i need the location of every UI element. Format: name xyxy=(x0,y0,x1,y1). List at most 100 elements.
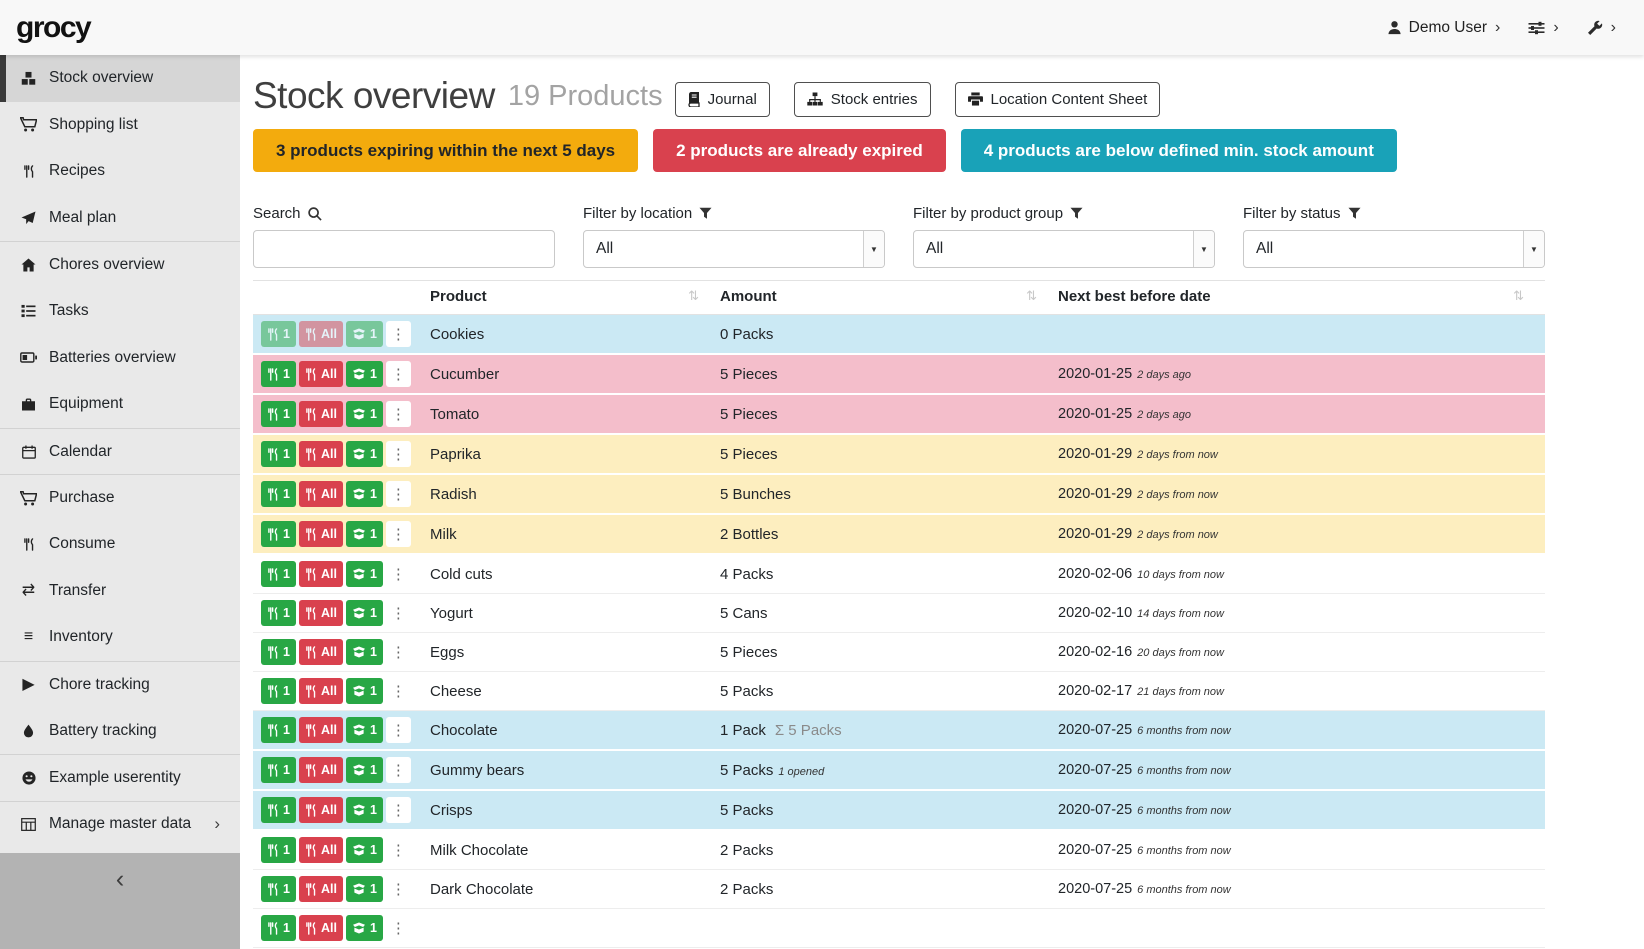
open-one-button[interactable]: 1 xyxy=(346,401,383,427)
sidebar-item-consume[interactable]: Consume xyxy=(0,521,240,568)
location-content-sheet-button[interactable]: Location Content Sheet xyxy=(955,82,1161,117)
col-product[interactable]: Product⇅ xyxy=(430,281,720,315)
consume-all-button[interactable]: All xyxy=(299,361,343,387)
sidebar-item-meal-plan[interactable]: Meal plan xyxy=(0,195,240,242)
sidebar-item-example-userentity[interactable]: Example userentity xyxy=(0,754,240,801)
search-input[interactable] xyxy=(253,230,555,268)
consume-one-button[interactable]: 1 xyxy=(261,481,296,507)
row-menu-button[interactable]: ⋮ xyxy=(386,717,411,743)
row-menu-button[interactable]: ⋮ xyxy=(386,401,411,427)
consume-all-button[interactable]: All xyxy=(299,678,343,704)
open-one-button[interactable]: 1 xyxy=(346,441,383,467)
consume-all-button[interactable]: All xyxy=(299,321,343,347)
consume-all-button[interactable]: All xyxy=(299,561,343,587)
product-group-filter-select[interactable]: All ▼ xyxy=(913,230,1215,268)
consume-one-button[interactable]: 1 xyxy=(261,321,296,347)
utensils-icon xyxy=(267,724,279,737)
row-menu-button[interactable]: ⋮ xyxy=(386,561,411,587)
consume-one-button[interactable]: 1 xyxy=(261,561,296,587)
sidebar-item-tasks[interactable]: Tasks xyxy=(0,288,240,335)
status-filter-select[interactable]: All ▼ xyxy=(1243,230,1545,268)
consume-all-button[interactable]: All xyxy=(299,401,343,427)
consume-one-button[interactable]: 1 xyxy=(261,361,296,387)
open-one-button[interactable]: 1 xyxy=(346,521,383,547)
consume-one-button[interactable]: 1 xyxy=(261,876,296,902)
consume-all-button[interactable]: All xyxy=(299,876,343,902)
consume-all-button[interactable]: All xyxy=(299,717,343,743)
open-one-button[interactable]: 1 xyxy=(346,481,383,507)
sidebar-collapse-button[interactable]: ‹ xyxy=(0,853,240,949)
row-menu-button[interactable]: ⋮ xyxy=(386,678,411,704)
consume-one-button[interactable]: 1 xyxy=(261,757,296,783)
consume-one-button[interactable]: 1 xyxy=(261,401,296,427)
col-next-best-before-date[interactable]: Next best before date⇅ xyxy=(1058,281,1545,315)
sidebar-item-chores-overview[interactable]: Chores overview xyxy=(0,241,240,288)
consume-all-button[interactable]: All xyxy=(299,639,343,665)
sidebar-item-recipes[interactable]: Recipes xyxy=(0,148,240,195)
sidebar-item-shopping-list[interactable]: Shopping list xyxy=(0,102,240,149)
sidebar-item-battery-tracking[interactable]: Battery tracking xyxy=(0,707,240,754)
consume-all-button[interactable]: All xyxy=(299,757,343,783)
consume-one-button[interactable]: 1 xyxy=(261,797,296,823)
row-menu-button[interactable]: ⋮ xyxy=(386,361,411,387)
row-menu-button[interactable]: ⋮ xyxy=(386,521,411,547)
consume-one-button[interactable]: 1 xyxy=(261,717,296,743)
open-one-button[interactable]: 1 xyxy=(346,639,383,665)
open-one-button[interactable]: 1 xyxy=(346,600,383,626)
col-amount[interactable]: Amount⇅ xyxy=(720,281,1058,315)
below-min-stock-banner[interactable]: 4 products are below defined min. stock … xyxy=(961,129,1397,172)
consume-one-button[interactable]: 1 xyxy=(261,915,296,941)
row-menu-button[interactable]: ⋮ xyxy=(386,600,411,626)
consume-all-button[interactable]: All xyxy=(299,600,343,626)
row-menu-button[interactable]: ⋮ xyxy=(386,321,411,347)
consume-one-button[interactable]: 1 xyxy=(261,521,296,547)
expired-banner[interactable]: 2 products are already expired xyxy=(653,129,946,172)
sidebar-item-purchase[interactable]: Purchase xyxy=(0,474,240,521)
consume-one-button[interactable]: 1 xyxy=(261,600,296,626)
sidebar-item-chore-tracking[interactable]: ▶Chore tracking xyxy=(0,661,240,708)
row-menu-button[interactable]: ⋮ xyxy=(386,876,411,902)
consume-all-button[interactable]: All xyxy=(299,915,343,941)
consume-all-button[interactable]: All xyxy=(299,441,343,467)
stock-entries-button[interactable]: Stock entries xyxy=(794,82,931,117)
open-one-button[interactable]: 1 xyxy=(346,717,383,743)
open-one-button[interactable]: 1 xyxy=(346,561,383,587)
sidebar-item-equipment[interactable]: Equipment xyxy=(0,381,240,428)
location-filter-select[interactable]: All ▼ xyxy=(583,230,885,268)
row-menu-button[interactable]: ⋮ xyxy=(386,837,411,863)
row-menu-button[interactable]: ⋮ xyxy=(386,639,411,665)
row-menu-button[interactable]: ⋮ xyxy=(386,441,411,467)
settings-menu[interactable]: › xyxy=(1528,20,1558,36)
sidebar-item-batteries-overview[interactable]: Batteries overview xyxy=(0,335,240,382)
journal-button[interactable]: Journal xyxy=(675,82,770,117)
sidebar-item-inventory[interactable]: ≡Inventory xyxy=(0,614,240,661)
consume-one-button[interactable]: 1 xyxy=(261,678,296,704)
open-one-button[interactable]: 1 xyxy=(346,837,383,863)
expiring-banner[interactable]: 3 products expiring within the next 5 da… xyxy=(253,129,638,172)
user-menu[interactable]: Demo User › xyxy=(1387,19,1501,37)
row-menu-button[interactable]: ⋮ xyxy=(386,797,411,823)
open-one-button[interactable]: 1 xyxy=(346,797,383,823)
consume-one-button[interactable]: 1 xyxy=(261,837,296,863)
open-one-button[interactable]: 1 xyxy=(346,678,383,704)
row-menu-button[interactable]: ⋮ xyxy=(386,915,411,941)
sidebar-item-transfer[interactable]: ⇄Transfer xyxy=(0,568,240,615)
consume-all-button[interactable]: All xyxy=(299,481,343,507)
open-one-button[interactable]: 1 xyxy=(346,757,383,783)
consume-one-button[interactable]: 1 xyxy=(261,639,296,665)
open-one-button[interactable]: 1 xyxy=(346,361,383,387)
sidebar-item-manage-master-data[interactable]: Manage master data› xyxy=(0,801,240,848)
open-one-button[interactable]: 1 xyxy=(346,876,383,902)
row-menu-button[interactable]: ⋮ xyxy=(386,757,411,783)
open-one-button[interactable]: 1 xyxy=(346,321,383,347)
sidebar-item-stock-overview[interactable]: Stock overview xyxy=(0,55,240,102)
consume-all-button[interactable]: All xyxy=(299,797,343,823)
admin-menu[interactable]: › xyxy=(1587,20,1616,36)
consume-all-button[interactable]: All xyxy=(299,521,343,547)
consume-one-button[interactable]: 1 xyxy=(261,441,296,467)
row-menu-button[interactable]: ⋮ xyxy=(386,481,411,507)
app-logo[interactable]: grocy xyxy=(16,11,90,45)
sidebar-item-calendar[interactable]: Calendar xyxy=(0,428,240,475)
open-one-button[interactable]: 1 xyxy=(346,915,383,941)
consume-all-button[interactable]: All xyxy=(299,837,343,863)
